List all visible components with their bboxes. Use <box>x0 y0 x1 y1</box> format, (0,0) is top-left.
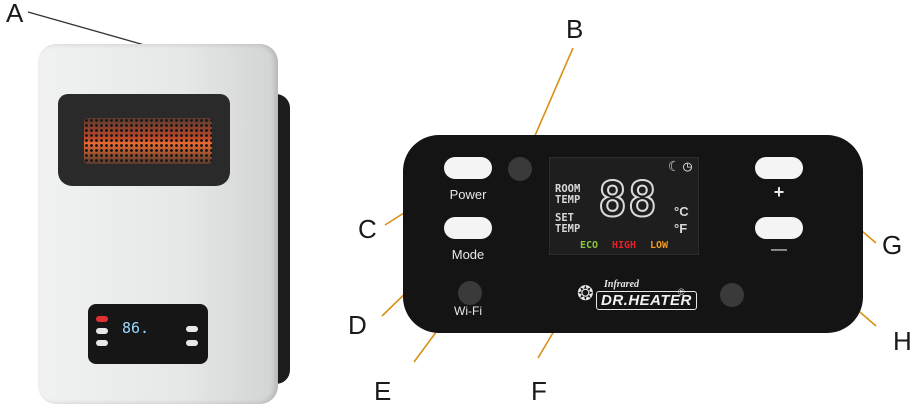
wifi-indicator <box>458 281 482 305</box>
wifi-label: Wi-Fi <box>454 304 482 318</box>
temp-up-button[interactable] <box>755 157 803 179</box>
receiver-indicator <box>720 283 744 307</box>
brand-leaf-icon: ❂ <box>577 283 594 305</box>
mini-indicator <box>96 316 108 322</box>
callout-a: A <box>6 0 24 28</box>
callout-d: D <box>348 310 367 340</box>
moon-icon: ☾ <box>668 159 677 175</box>
callout-e: E <box>374 376 392 406</box>
power-label: Power <box>449 187 487 202</box>
mini-button <box>186 326 198 332</box>
mode-high-label: HIGH <box>612 240 637 251</box>
power-button[interactable] <box>444 157 492 179</box>
room-temp-label-line2: TEMP <box>555 194 581 206</box>
callout-f: F <box>531 376 547 406</box>
callout-c: C <box>358 214 377 244</box>
heating-grille <box>84 118 212 164</box>
mode-low-label: LOW <box>650 240 669 251</box>
plus-label: + <box>773 182 785 202</box>
lcd-display: ☾ ◷ ROOM TEMP SET TEMP 88 °C °F ECO HIGH… <box>549 157 699 255</box>
heater-body: 86. <box>38 44 278 404</box>
timer-icon: ◷ <box>683 157 693 175</box>
temperature-digits: 88 <box>597 172 658 228</box>
registered-mark: ® <box>678 287 685 297</box>
fahrenheit-unit: °F <box>674 221 688 236</box>
set-temp-label-line2: TEMP <box>555 223 581 235</box>
heater-mini-control-panel: 86. <box>88 304 208 364</box>
callout-g: G <box>882 230 903 260</box>
heater-hood <box>58 94 230 186</box>
mini-button <box>186 340 198 346</box>
minus-label: — <box>771 241 787 258</box>
callout-h: H <box>893 326 912 356</box>
sensor-indicator <box>508 157 532 181</box>
mini-display: 86. <box>122 319 150 337</box>
brand-subtitle: Infrared <box>604 279 640 290</box>
mini-button <box>96 328 108 334</box>
celsius-unit: °C <box>674 204 689 219</box>
mini-button <box>96 340 108 346</box>
heater-unit: 86. <box>38 44 290 404</box>
mode-label: Mode <box>451 247 485 262</box>
mode-button[interactable] <box>444 217 492 239</box>
control-panel: Power Mode Wi-Fi ☾ ◷ ROOM TEMP SET TEMP … <box>403 135 863 333</box>
mode-eco-label: ECO <box>580 240 599 251</box>
leader-line-a <box>27 11 149 47</box>
callout-b: B <box>566 14 584 44</box>
temp-down-button[interactable] <box>755 217 803 239</box>
